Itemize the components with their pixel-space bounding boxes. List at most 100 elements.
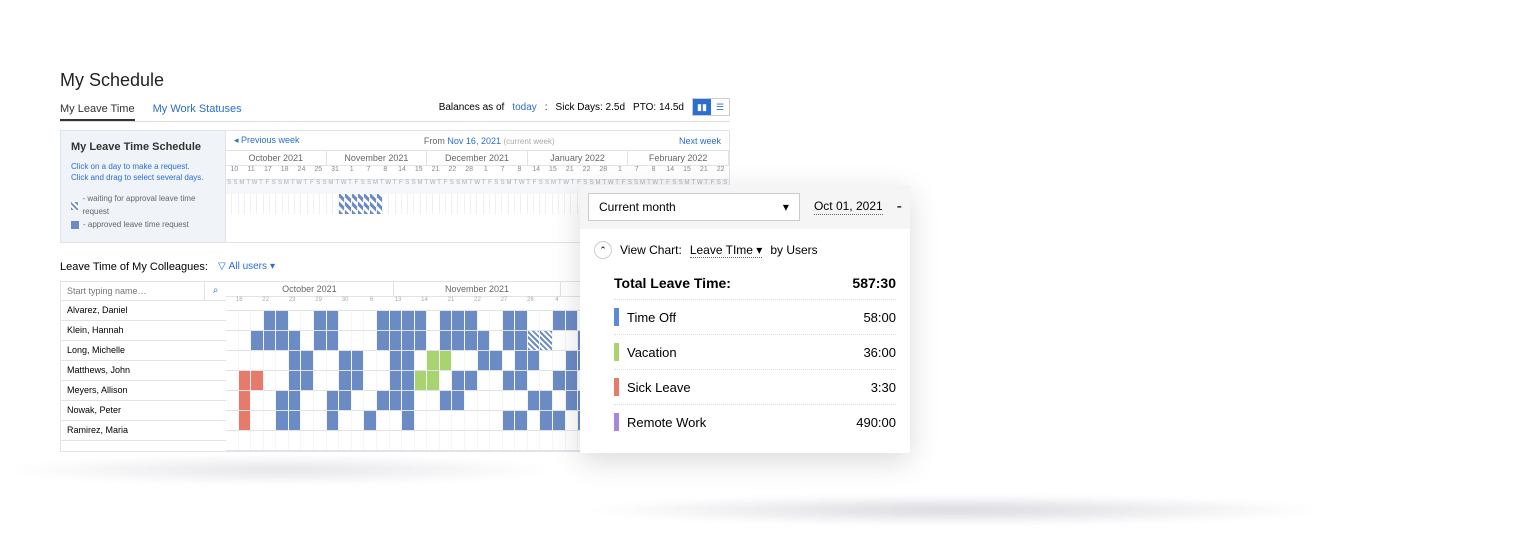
leave-cell[interactable] xyxy=(402,351,415,370)
leave-cell[interactable] xyxy=(327,351,340,370)
colleague-name[interactable]: Meyers, Allison xyxy=(61,381,226,401)
leave-cell[interactable] xyxy=(528,431,541,450)
balances-today-link[interactable]: today xyxy=(512,102,536,113)
leave-cell[interactable] xyxy=(276,371,289,390)
leave-cell[interactable] xyxy=(226,311,239,330)
from-date[interactable]: Nov 16, 2021 xyxy=(447,136,501,146)
colleague-name[interactable]: Matthews, John xyxy=(61,361,226,381)
leave-cell[interactable] xyxy=(415,391,428,410)
leave-cell[interactable] xyxy=(327,411,340,430)
leave-cell[interactable] xyxy=(390,311,403,330)
leave-cell[interactable] xyxy=(289,411,302,430)
leave-cell[interactable] xyxy=(427,431,440,450)
leave-cell[interactable] xyxy=(515,351,528,370)
leave-cell[interactable] xyxy=(251,371,264,390)
leave-cell[interactable] xyxy=(251,391,264,410)
leave-cell[interactable] xyxy=(515,371,528,390)
leave-cell[interactable] xyxy=(314,371,327,390)
leave-cell[interactable] xyxy=(264,411,277,430)
leave-cell[interactable] xyxy=(264,351,277,370)
leave-type-row[interactable]: Vacation36:00 xyxy=(614,334,896,369)
leave-cell[interactable] xyxy=(364,411,377,430)
leave-cell[interactable] xyxy=(289,311,302,330)
leave-type-row[interactable]: Remote Work490:00 xyxy=(614,404,896,439)
leave-cell[interactable] xyxy=(301,351,314,370)
leave-cell[interactable] xyxy=(289,431,302,450)
leave-cell[interactable] xyxy=(377,411,390,430)
leave-cell[interactable] xyxy=(276,351,289,370)
search-button[interactable]: ⌕ xyxy=(204,282,226,300)
leave-cell[interactable] xyxy=(327,331,340,350)
leave-cell[interactable] xyxy=(465,391,478,410)
leave-cell[interactable] xyxy=(239,431,252,450)
leave-cell[interactable] xyxy=(364,331,377,350)
leave-cell[interactable] xyxy=(490,351,503,370)
leave-cell[interactable] xyxy=(226,431,239,450)
colleague-name[interactable]: Ramirez, Maria xyxy=(61,421,226,441)
leave-cell[interactable] xyxy=(301,331,314,350)
leave-cell[interactable] xyxy=(264,391,277,410)
colleague-name[interactable]: Alvarez, Daniel xyxy=(61,301,226,321)
leave-cell[interactable] xyxy=(427,351,440,370)
leave-cell[interactable] xyxy=(415,311,428,330)
leave-cell[interactable] xyxy=(452,311,465,330)
colleague-name[interactable]: Klein, Hannah xyxy=(61,321,226,341)
leave-cell[interactable] xyxy=(515,311,528,330)
leave-cell[interactable] xyxy=(465,311,478,330)
leave-cell[interactable] xyxy=(226,411,239,430)
leave-cell[interactable] xyxy=(490,371,503,390)
leave-cell[interactable] xyxy=(390,351,403,370)
leave-cell[interactable] xyxy=(452,391,465,410)
leave-cell[interactable] xyxy=(528,311,541,330)
leave-cell[interactable] xyxy=(402,391,415,410)
leave-cell[interactable] xyxy=(452,351,465,370)
leave-cell[interactable] xyxy=(251,311,264,330)
leave-cell[interactable] xyxy=(276,431,289,450)
period-select[interactable]: Current month ▾ xyxy=(588,193,800,221)
leave-cell[interactable] xyxy=(390,411,403,430)
leave-cell[interactable] xyxy=(478,391,491,410)
leave-cell[interactable] xyxy=(251,351,264,370)
leave-cell[interactable] xyxy=(452,431,465,450)
period-date[interactable]: Oct 01, 2021 xyxy=(814,199,883,215)
leave-cell[interactable] xyxy=(490,311,503,330)
next-week-link[interactable]: Next week xyxy=(679,136,721,146)
leave-cell[interactable] xyxy=(251,331,264,350)
leave-cell[interactable] xyxy=(327,431,340,450)
leave-cell[interactable] xyxy=(339,431,352,450)
leave-cell[interactable] xyxy=(352,351,365,370)
leave-cell[interactable] xyxy=(553,351,566,370)
leave-cell[interactable] xyxy=(226,351,239,370)
leave-cell[interactable] xyxy=(239,311,252,330)
leave-cell[interactable] xyxy=(440,351,453,370)
leave-cell[interactable] xyxy=(503,411,516,430)
leave-cell[interactable] xyxy=(239,371,252,390)
leave-cell[interactable] xyxy=(352,431,365,450)
leave-cell[interactable] xyxy=(239,351,252,370)
leave-cell[interactable] xyxy=(390,391,403,410)
search-input[interactable] xyxy=(61,282,204,300)
leave-cell[interactable] xyxy=(402,431,415,450)
leave-cell[interactable] xyxy=(503,311,516,330)
leave-cell[interactable] xyxy=(301,431,314,450)
leave-cell[interactable] xyxy=(314,331,327,350)
leave-cell[interactable] xyxy=(264,331,277,350)
leave-cell[interactable] xyxy=(440,331,453,350)
leave-cell[interactable] xyxy=(301,371,314,390)
leave-cell[interactable] xyxy=(402,411,415,430)
leave-cell[interactable] xyxy=(540,331,553,350)
leave-cell[interactable] xyxy=(276,411,289,430)
leave-cell[interactable] xyxy=(264,431,277,450)
leave-cell[interactable] xyxy=(528,411,541,430)
leave-cell[interactable] xyxy=(264,311,277,330)
leave-cell[interactable] xyxy=(301,311,314,330)
leave-cell[interactable] xyxy=(503,331,516,350)
leave-cell[interactable] xyxy=(490,331,503,350)
leave-cell[interactable] xyxy=(566,371,579,390)
leave-cell[interactable] xyxy=(490,431,503,450)
leave-cell[interactable] xyxy=(503,351,516,370)
leave-cell[interactable] xyxy=(301,391,314,410)
leave-cell[interactable] xyxy=(314,431,327,450)
leave-type-row[interactable]: Time Off58:00 xyxy=(614,299,896,334)
leave-cell[interactable] xyxy=(478,351,491,370)
